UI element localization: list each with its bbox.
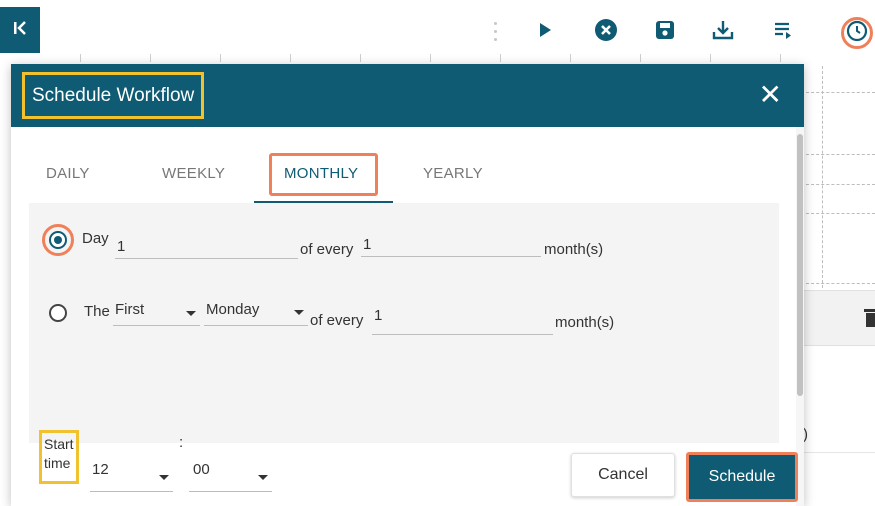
- trash-icon[interactable]: [864, 307, 875, 332]
- background-panel-strip: [800, 290, 875, 346]
- canvas-guide-line: [806, 92, 875, 93]
- canvas-ruler: [40, 52, 800, 62]
- toolbar-drag-handle: [494, 22, 498, 44]
- day-of-month-input[interactable]: 1: [115, 235, 298, 259]
- ordinal-select[interactable]: First: [113, 298, 200, 326]
- minute-select[interactable]: 00: [189, 459, 272, 492]
- cancel-button[interactable]: Cancel: [571, 453, 675, 497]
- save-icon: [654, 19, 676, 46]
- clock-icon: [846, 20, 868, 47]
- canvas-guide-line: [806, 184, 875, 185]
- run-button[interactable]: [531, 18, 559, 46]
- dialog-scrollbar[interactable]: [797, 134, 803, 396]
- stop-button[interactable]: [592, 18, 620, 46]
- stop-circle-icon: [594, 18, 618, 47]
- minute-value: 00: [193, 461, 210, 478]
- tab-monthly[interactable]: MONTHLY: [284, 165, 358, 182]
- radio-the-option[interactable]: [49, 304, 67, 322]
- list-icon: [772, 19, 794, 46]
- schedule-button[interactable]: Schedule: [686, 452, 798, 502]
- radio-day-option[interactable]: [49, 231, 67, 249]
- the-label: The: [84, 303, 110, 320]
- frequency-tabs: DAILY WEEKLY MONTHLY YEARLY: [11, 127, 804, 203]
- day-month-interval-value: 1: [363, 236, 372, 253]
- list-button[interactable]: [769, 18, 797, 46]
- close-dialog-button[interactable]: ✕: [759, 81, 782, 109]
- close-icon: ✕: [758, 79, 782, 110]
- download-icon: [711, 18, 735, 47]
- schedule-workflow-button[interactable]: [841, 17, 873, 49]
- hour-select[interactable]: 12: [90, 459, 173, 492]
- canvas-guide-line: [806, 213, 875, 214]
- canvas-guide-line: [806, 283, 875, 284]
- collapse-panel-button[interactable]: [0, 7, 40, 53]
- tab-weekly[interactable]: WEEKLY: [162, 165, 225, 182]
- the-month-interval-value: 1: [374, 307, 383, 324]
- background-divider: [800, 452, 875, 453]
- of-every-label: of every: [310, 312, 364, 329]
- collapse-left-icon: [11, 19, 29, 42]
- canvas-guide-line: [822, 66, 823, 288]
- dialog-title: Schedule Workflow: [22, 72, 205, 119]
- day-label: Day: [82, 230, 109, 247]
- monthly-options-panel: Day 1 of every 1 month(s) The First Mond…: [29, 203, 779, 492]
- schedule-workflow-dialog: Schedule Workflow ✕ DAILY WEEKLY MONTHLY…: [11, 64, 804, 506]
- dialog-header: Schedule Workflow ✕: [11, 64, 804, 127]
- start-time-label-line1: Start: [44, 436, 74, 452]
- workflow-canvas: [800, 62, 875, 506]
- chevron-down-icon: [258, 475, 268, 480]
- day-of-month-value: 1: [117, 238, 126, 255]
- hour-value: 12: [92, 461, 109, 478]
- start-time-label-line2: time: [44, 455, 71, 471]
- weekday-value: Monday: [206, 301, 260, 318]
- month-unit-label: month(s): [555, 314, 615, 331]
- play-icon: [537, 21, 553, 44]
- the-month-interval-input[interactable]: 1: [372, 304, 553, 335]
- of-every-label: of every: [300, 241, 354, 258]
- tab-yearly[interactable]: YEARLY: [423, 165, 483, 182]
- save-button[interactable]: [651, 18, 679, 46]
- download-button[interactable]: [709, 18, 737, 46]
- time-separator: :: [179, 434, 184, 451]
- chevron-down-icon: [186, 311, 196, 316]
- top-toolbar: [0, 0, 875, 62]
- canvas-guide-line: [806, 154, 875, 155]
- weekday-select[interactable]: Monday: [204, 298, 308, 326]
- ordinal-value: First: [115, 301, 145, 318]
- month-unit-label: month(s): [544, 241, 604, 258]
- day-month-interval-input[interactable]: 1: [361, 233, 541, 257]
- chevron-down-icon: [159, 475, 169, 480]
- chevron-down-icon: [294, 310, 304, 315]
- tab-daily[interactable]: DAILY: [46, 165, 90, 182]
